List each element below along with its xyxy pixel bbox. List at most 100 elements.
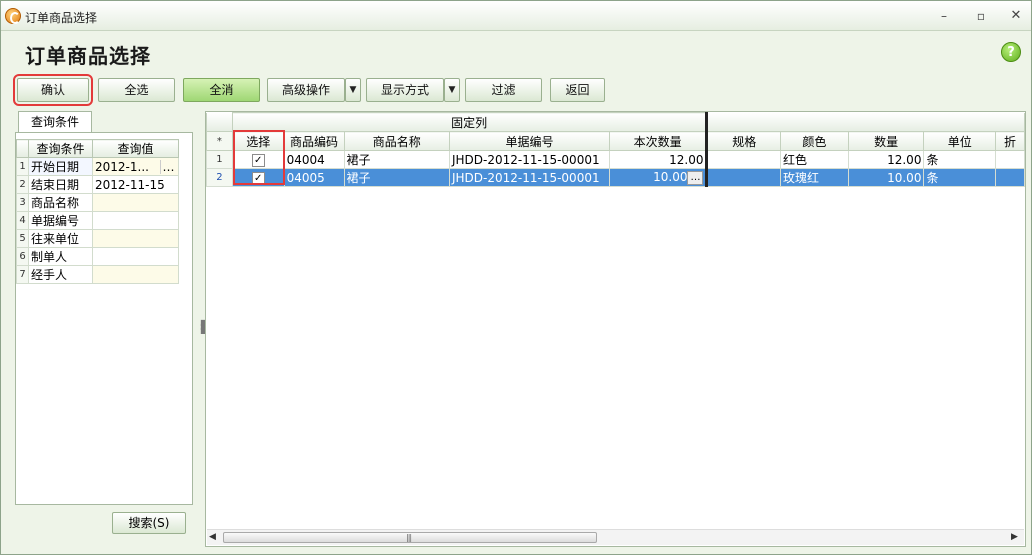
filter-button[interactable]: 过滤 [465, 78, 542, 102]
advanced-operations-button[interactable]: 高级操作 [267, 78, 345, 102]
color-cell: 红色 [780, 150, 849, 169]
doc-no-cell: JHDD-2012-11-15-00001 [448, 168, 610, 187]
condition-name: 单据编号 [28, 211, 93, 230]
spec-cell [706, 168, 782, 187]
panel-splitter-handle[interactable]: ■ ■ ■ [200, 319, 208, 335]
qty-now-editor[interactable]: … 10.00 [608, 168, 709, 187]
select-all-button[interactable]: 全选 [98, 78, 175, 102]
qty-now-value: 10.00 [653, 170, 688, 184]
row-checkbox[interactable]: ✓ [251, 172, 265, 185]
row-index: 2 [206, 168, 233, 187]
app-logo-icon [5, 8, 21, 24]
column-header-qty[interactable]: 数量 [847, 131, 925, 151]
back-button[interactable]: 返回 [550, 78, 605, 102]
condition-value-field[interactable] [92, 193, 179, 212]
query-row[interactable]: 3 商品名称 [16, 193, 179, 212]
row-index: 1 [16, 157, 29, 176]
product-name-cell: 裙子 [343, 150, 450, 169]
product-code-cell: 04005 [283, 168, 345, 187]
row-index: 3 [16, 193, 29, 212]
qty-now-cell[interactable]: 12.00 [608, 150, 709, 169]
condition-value-field[interactable]: 2012-11-15 [92, 175, 179, 194]
scroll-left-icon[interactable]: ◀ [209, 532, 216, 542]
doc-no-cell: JHDD-2012-11-15-00001 [448, 150, 610, 169]
tab-query-conditions[interactable]: 查询条件 [18, 111, 92, 133]
close-icon[interactable]: ✕ [1005, 9, 1027, 25]
new-row-marker: * [206, 131, 233, 151]
select-cell[interactable]: ✓ [231, 168, 285, 187]
row-checkbox[interactable]: ✓ [251, 154, 265, 167]
column-header-product-name[interactable]: 商品名称 [343, 131, 450, 151]
confirm-button[interactable]: 确认 [13, 74, 93, 106]
query-row[interactable]: 6 制单人 [16, 247, 179, 266]
qty-cell: 10.00 [847, 168, 925, 187]
corner-header [16, 139, 29, 158]
row-index: 6 [16, 247, 29, 266]
product-name-cell: 裙子 [343, 168, 450, 187]
color-cell: 玫瑰红 [780, 168, 849, 187]
condition-name: 制单人 [28, 247, 93, 266]
clear-all-button[interactable]: 全消 [183, 78, 260, 102]
scroll-right-icon[interactable]: ▶ [1011, 532, 1018, 542]
discount-cell [995, 168, 1025, 187]
table-row[interactable]: 2 ✓ 04005 裙子 JHDD-2012-11-15-00001 … 10.0… [206, 168, 1025, 187]
column-header-doc-no[interactable]: 单据编号 [448, 131, 610, 151]
help-icon[interactable]: ? [1001, 42, 1021, 62]
condition-name: 经手人 [28, 265, 93, 284]
column-header-spec[interactable]: 规格 [706, 131, 782, 151]
query-row[interactable]: 2 结束日期 2012-11-15 [16, 175, 179, 194]
condition-value-field[interactable]: 2012-1... … [92, 157, 179, 176]
query-row[interactable]: 7 经手人 [16, 265, 179, 284]
condition-value-field[interactable] [92, 265, 179, 284]
row-index: 2 [16, 175, 29, 194]
ellipsis-button[interactable]: … [687, 171, 704, 185]
condition-name: 商品名称 [28, 193, 93, 212]
select-cell[interactable]: ✓ [231, 150, 285, 169]
row-index: 1 [206, 150, 233, 169]
search-button[interactable]: 搜索(S) [112, 512, 186, 534]
column-header-color[interactable]: 颜色 [780, 131, 849, 151]
table-row[interactable]: 1 ✓ 04004 裙子 JHDD-2012-11-15-00001 12.00… [206, 150, 1025, 169]
condition-value: 2012-1... [95, 159, 149, 174]
product-grid: 固定列 * 选择 商品编码 商品名称 单据编号 本次数量 规格 颜色 数量 单位… [206, 112, 1025, 187]
condition-value-field[interactable] [92, 247, 179, 266]
column-header-product-code[interactable]: 商品编码 [283, 131, 345, 151]
column-header-qty-now[interactable]: 本次数量 [608, 131, 709, 151]
maximize-icon[interactable]: ▫ [970, 9, 992, 25]
column-header-unit[interactable]: 单位 [923, 131, 997, 151]
query-row[interactable]: 1 开始日期 2012-1... … [16, 157, 179, 176]
query-row[interactable]: 4 单据编号 [16, 211, 179, 230]
column-header-select[interactable]: 选择 [231, 131, 285, 151]
band-spacer [206, 112, 233, 132]
scroll-columns-band [706, 112, 1025, 132]
qty-cell: 12.00 [847, 150, 925, 169]
product-grid-box: 固定列 * 选择 商品编码 商品名称 单据编号 本次数量 规格 颜色 数量 单位… [205, 111, 1026, 547]
horizontal-scrollbar[interactable]: ◀ ||| ▶ [207, 529, 1024, 545]
condition-name: 开始日期 [28, 157, 93, 176]
condition-value-field[interactable] [92, 229, 179, 248]
scrollbar-thumb[interactable]: ||| [223, 532, 597, 543]
query-row[interactable]: 5 往来单位 [16, 229, 179, 248]
query-conditions-box: 查询条件 查询值 1 开始日期 2012-1... … 2 结束日期 2012-1… [15, 132, 193, 505]
condition-value-field[interactable] [92, 211, 179, 230]
grip-icon: ||| [406, 533, 412, 542]
order-product-select-window: 订单商品选择 – ▫ ✕ 订单商品选择 ? 确认 全选 全消 高级操作 ▼ 显示… [0, 0, 1032, 555]
discount-cell [995, 150, 1025, 169]
ellipsis-button[interactable]: … [160, 159, 176, 174]
row-index: 7 [16, 265, 29, 284]
title-bar: 订单商品选择 – ▫ ✕ [1, 1, 1031, 31]
condition-name: 往来单位 [28, 229, 93, 248]
advanced-dropdown-icon[interactable]: ▼ [345, 78, 361, 102]
minimize-icon[interactable]: – [933, 9, 955, 25]
column-header-discount[interactable]: 折 [995, 131, 1025, 151]
query-panel: 查询条件 查询条件 查询值 1 开始日期 2012-1... … 2 结束日期 2… [9, 109, 199, 546]
display-mode-button[interactable]: 显示方式 [366, 78, 444, 102]
page-header: 订单商品选择 ? [1, 32, 1031, 72]
column-header-condition: 查询条件 [28, 139, 93, 158]
row-index: 4 [16, 211, 29, 230]
unit-cell: 条 [923, 150, 997, 169]
condition-name: 结束日期 [28, 175, 93, 194]
display-mode-dropdown-icon[interactable]: ▼ [444, 78, 460, 102]
window-title: 订单商品选择 [25, 11, 98, 25]
page-title: 订单商品选择 [25, 44, 151, 68]
